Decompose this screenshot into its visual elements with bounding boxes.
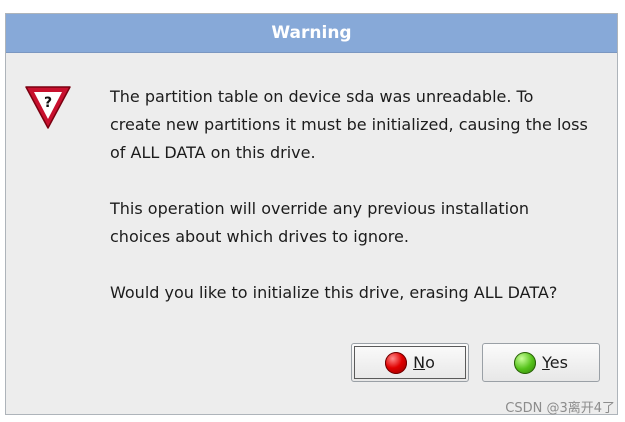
green-circle-icon <box>514 351 537 374</box>
yes-button-label: Yes <box>542 353 568 372</box>
warning-question-icon: ? <box>25 86 71 129</box>
message-paragraph-3: Would you like to initialize this drive,… <box>110 283 558 302</box>
dialog-message: The partition table on device sda was un… <box>110 83 610 307</box>
watermark-text: CSDN @3离开4了 <box>505 401 615 416</box>
svg-text:?: ? <box>44 95 52 111</box>
warning-dialog: Warning ? The partition table on device … <box>5 13 618 415</box>
message-paragraph-1: The partition table on device sda was un… <box>110 87 588 162</box>
red-circle-icon <box>385 351 408 374</box>
yes-mnemonic: Y <box>542 353 550 372</box>
yes-button[interactable]: Yes <box>482 343 600 382</box>
no-button-label: No <box>413 353 435 372</box>
no-mnemonic: N <box>413 353 426 372</box>
no-button[interactable]: No <box>351 343 469 382</box>
dialog-titlebar: Warning <box>6 14 617 53</box>
yes-label-rest: es <box>549 353 568 372</box>
no-label-rest: o <box>425 353 435 372</box>
message-paragraph-2: This operation will override any previou… <box>110 199 530 246</box>
